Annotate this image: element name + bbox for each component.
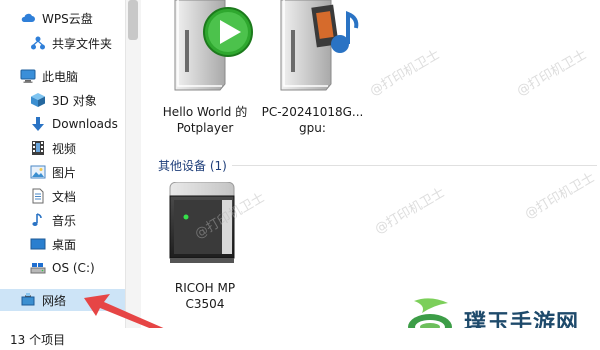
- vertical-scrollbar[interactable]: [126, 0, 141, 328]
- computer-icon: [20, 68, 36, 84]
- sidebar-item-wps-cloud[interactable]: WPS云盘: [20, 7, 93, 29]
- sidebar-item-downloads[interactable]: Downloads: [30, 113, 118, 135]
- video-icon: [30, 140, 46, 156]
- watermark-text: @打印机卫士: [367, 47, 443, 100]
- watermark-text: @打印机卫士: [514, 47, 590, 100]
- sidebar-item-music[interactable]: 音乐: [30, 209, 76, 231]
- device-name-line2: Potplayer: [176, 121, 234, 135]
- device-name-line1: PC-20241018G...: [261, 105, 364, 119]
- desktop-icon: [30, 236, 46, 252]
- cloud-icon: [20, 10, 36, 26]
- sidebar-item-documents[interactable]: 文档: [30, 185, 76, 207]
- group-divider: [232, 165, 597, 166]
- media-server-music-icon: [276, 0, 366, 92]
- media-device-label: PC-20241018G... gpu:: [255, 104, 370, 136]
- sidebar-item-label: Downloads: [52, 117, 118, 131]
- navigation-pane: WPS云盘 共享文件夹 此电脑 3D 对象 Downloads 视频 图片 文档…: [0, 0, 125, 328]
- sidebar-item-pictures[interactable]: 图片: [30, 161, 76, 183]
- share-icon: [30, 35, 46, 51]
- device-ricoh-printer[interactable]: [160, 180, 250, 275]
- sidebar-item-label: 网络: [42, 293, 67, 308]
- sidebar-item-label: 图片: [52, 165, 77, 180]
- sidebar-item-label: OS (C:): [52, 261, 95, 275]
- sidebar-item-this-pc[interactable]: 此电脑: [20, 65, 78, 87]
- sidebar-item-videos[interactable]: 视频: [30, 137, 76, 159]
- device-name-line1: Hello World 的: [162, 105, 248, 119]
- picture-icon: [30, 164, 46, 180]
- sidebar-item-3d-objects[interactable]: 3D 对象: [30, 89, 97, 111]
- item-count: 13 个项目: [10, 332, 66, 347]
- watermark-text: @打印机卫士: [522, 170, 598, 223]
- group-header-other-devices[interactable]: 其他设备 (1): [158, 157, 227, 174]
- sidebar-item-label: 此电脑: [42, 69, 79, 84]
- printer-device-icon: [166, 181, 246, 272]
- watermark-text: @打印机卫士: [372, 185, 448, 238]
- sidebar-item-shared-folder[interactable]: 共享文件夹: [30, 32, 112, 54]
- device-name-line2: gpu:: [299, 121, 326, 135]
- sidebar-item-label: WPS云盘: [42, 11, 93, 26]
- music-icon: [30, 212, 46, 228]
- sidebar-item-desktop[interactable]: 桌面: [30, 233, 76, 255]
- sidebar-item-label: 桌面: [52, 237, 77, 252]
- media-device-label: Hello World 的 Potplayer: [150, 104, 260, 136]
- sidebar-item-os-drive[interactable]: OS (C:): [30, 257, 95, 279]
- scrollbar-thumb[interactable]: [128, 0, 138, 40]
- sidebar-item-label: 共享文件夹: [52, 36, 113, 51]
- 3d-objects-icon: [30, 92, 46, 108]
- sidebar-item-label: 音乐: [52, 213, 77, 228]
- media-server-play-icon: [170, 0, 255, 92]
- drive-icon: [30, 260, 46, 276]
- sidebar-item-label: 视频: [52, 141, 77, 156]
- download-arrow-icon: [30, 116, 46, 132]
- sidebar-item-label: 文档: [52, 189, 77, 204]
- sidebar-item-label: 3D 对象: [52, 93, 97, 108]
- network-icon: [20, 292, 36, 308]
- document-icon: [30, 188, 46, 204]
- status-bar: 13 个项目: [0, 328, 600, 350]
